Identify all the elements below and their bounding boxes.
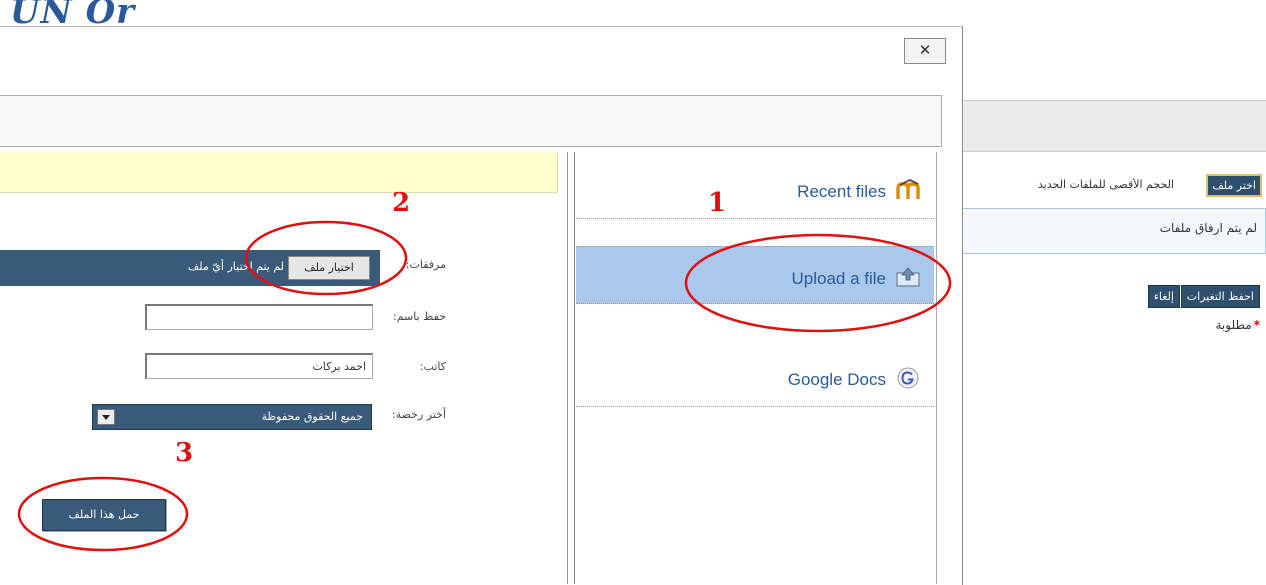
upload-this-file-button[interactable]: حمل هذا الملف — [42, 499, 166, 531]
license-select[interactable]: جميع الحقوق محفوظة — [92, 404, 372, 430]
annotation-step-2: 2 — [392, 188, 411, 218]
no-file-chosen-text: لم يتم اختيار أيّ ملف — [187, 260, 284, 273]
notice-bar — [0, 152, 558, 193]
required-note: مطلوبة * — [1216, 318, 1261, 332]
save-as-input[interactable] — [145, 304, 373, 330]
license-value: جميع الحقوق محفوظة — [261, 410, 363, 423]
annotation-step-1: 1 — [708, 188, 727, 218]
repo-recent-files[interactable]: Recent files — [576, 160, 934, 219]
path-bar — [0, 95, 942, 147]
close-button[interactable]: ✕ — [904, 38, 946, 64]
cancel-button[interactable]: إلغاء — [1147, 285, 1180, 308]
attached-files-box: لم يتم ارفاق ملفات — [962, 208, 1266, 254]
annotation-step-3: 3 — [175, 438, 194, 468]
repo-label: Google Docs — [787, 370, 886, 389]
max-file-size-text: الحجم الأقصى للملفات الجديد — [1037, 178, 1174, 191]
repo-label: Recent files — [797, 182, 886, 201]
required-text: مطلوبة — [1215, 318, 1252, 332]
save-changes-button[interactable]: احفظ التغيرات — [1180, 285, 1260, 308]
repo-label: Upload a file — [791, 269, 886, 288]
upload-icon — [896, 266, 920, 288]
background-choose-file-button[interactable]: اختر ملف — [1206, 174, 1262, 197]
background-header-strip — [962, 100, 1266, 152]
author-input[interactable]: احمد بركات — [145, 353, 373, 379]
choose-file-button[interactable]: اختيار ملف — [288, 256, 370, 280]
no-files-text: لم يتم ارفاق ملفات — [1159, 221, 1257, 235]
dropdown-arrow-icon[interactable] — [97, 409, 115, 425]
repo-upload-a-file[interactable]: Upload a file — [576, 246, 934, 304]
google-icon — [896, 367, 920, 389]
moodle-icon — [896, 178, 920, 201]
required-star: * — [1253, 318, 1260, 332]
repo-google-docs[interactable]: Google Docs — [576, 348, 934, 407]
